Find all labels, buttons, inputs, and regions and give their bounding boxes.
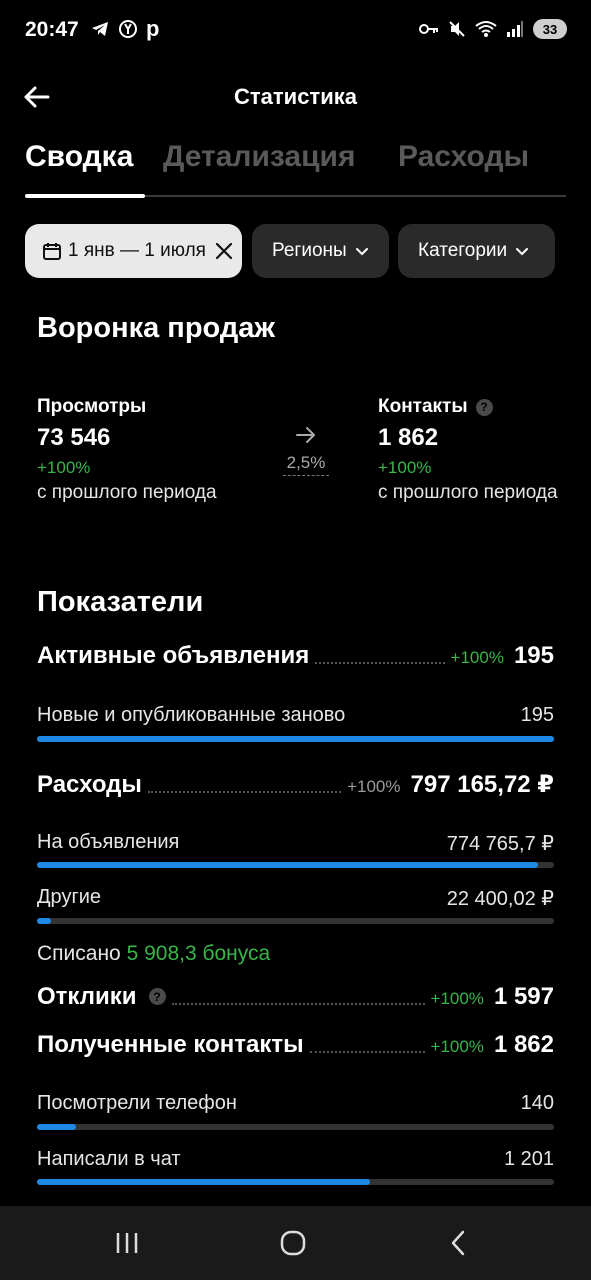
metric-responses[interactable]: Отклики ? +100% 1 597 — [37, 983, 554, 1011]
written-off-prefix: Списано — [37, 942, 121, 965]
yandex-icon — [119, 20, 137, 38]
recent-apps-icon[interactable] — [110, 1228, 144, 1258]
sub-metric-value: 22 400,02 ₽ — [446, 888, 554, 910]
calendar-icon — [43, 243, 61, 260]
categories-filter-label: Категории — [418, 240, 508, 261]
signal-icon — [507, 21, 523, 37]
metric-change: +100% — [430, 989, 484, 1008]
sub-metric-value: 140 — [520, 1092, 554, 1114]
sub-metric-value: 774 765,7 ₽ — [446, 833, 554, 855]
status-left-icons: p — [90, 16, 160, 41]
progress-fill — [37, 1179, 371, 1185]
written-off-bonus: Списано 5 908,3 бонуса — [37, 942, 270, 966]
metric-active-ads[interactable]: Активные объявления +100% 195 — [37, 642, 554, 670]
progress-track — [37, 1179, 554, 1185]
wifi-icon — [475, 21, 497, 37]
progress-track — [37, 862, 554, 868]
progress-fill — [37, 1124, 76, 1130]
categories-filter-chip[interactable]: Категории — [398, 224, 555, 278]
dotted-leader — [171, 1003, 425, 1005]
progress-fill — [37, 862, 539, 868]
sub-metric-label: Другие — [37, 886, 102, 908]
funnel-conversion: 2,5% — [283, 426, 329, 476]
metric-label: Активные объявления — [37, 642, 310, 669]
funnel-title: Воронка продаж — [37, 312, 275, 344]
metric-change: +100% — [450, 648, 504, 667]
chevron-down-icon — [355, 248, 368, 256]
sub-metric-row: Новые и опубликованные заново 195 — [37, 704, 554, 727]
metric-change: +100% — [430, 1037, 484, 1056]
views-change: +100% — [37, 458, 91, 477]
p-app-icon: p — [146, 16, 160, 41]
sub-metric-value: 1 201 — [503, 1148, 554, 1170]
sub-metric-row: Другие 22 400,02 ₽ — [37, 886, 554, 911]
views-label: Просмотры — [37, 396, 147, 417]
funnel-views: Просмотры 73 546 +100% с прошлого период… — [37, 396, 217, 504]
chevron-down-icon — [516, 248, 529, 256]
metrics-title: Показатели — [37, 586, 204, 618]
contacts-value: 1 862 — [378, 424, 439, 451]
metric-received-contacts[interactable]: Полученные контакты +100% 1 862 — [37, 1031, 554, 1059]
metric-expenses[interactable]: Расходы +100% 797 165,72 ₽ — [37, 770, 554, 799]
contacts-change: +100% — [378, 458, 432, 477]
metric-label: Отклики — [37, 983, 137, 1010]
arrow-right-icon — [296, 427, 315, 443]
active-tab-indicator — [25, 194, 145, 198]
dotted-leader — [315, 662, 445, 664]
battery-indicator: 33 — [533, 19, 567, 39]
regions-filter-chip[interactable]: Регионы — [252, 224, 389, 278]
written-off-amount: 5 908,3 бонуса — [126, 942, 271, 965]
date-filter-chip[interactable]: 1 янв — 1 июля — [25, 224, 242, 278]
tab-details[interactable]: Детализация — [163, 140, 356, 174]
progress-track — [37, 1124, 554, 1130]
progress-fill — [37, 736, 554, 742]
tab-expenses[interactable]: Расходы — [398, 140, 529, 174]
telegram-icon — [92, 22, 108, 36]
status-time: 20:47 — [25, 18, 79, 41]
mute-icon — [449, 21, 465, 37]
sub-metric-label: Написали в чат — [37, 1148, 181, 1170]
progress-fill — [37, 918, 52, 924]
key-icon — [419, 24, 438, 34]
conversion-rate[interactable]: 2,5% — [283, 453, 329, 476]
status-bar: 20:47 p 33 — [0, 0, 591, 62]
contacts-note: с прошлого периода — [378, 482, 558, 503]
sub-metric-label: Посмотрели телефон — [37, 1092, 237, 1114]
progress-track — [37, 736, 554, 742]
date-filter-label: 1 янв — 1 июля — [68, 240, 206, 261]
funnel-contacts: Контакты ? 1 862 +100% с прошлого период… — [378, 396, 558, 504]
dotted-leader — [147, 791, 342, 793]
statistics-screen: 20:47 p 33 Статистика Сводка Детализация… — [0, 0, 591, 1280]
home-icon[interactable] — [276, 1228, 310, 1258]
help-icon[interactable]: ? — [475, 398, 493, 416]
status-right-icons: 33 — [419, 19, 567, 39]
progress-track — [37, 918, 554, 924]
regions-filter-label: Регионы — [272, 240, 347, 261]
metric-value: 1 862 — [493, 1031, 554, 1058]
metric-label: Расходы — [37, 771, 142, 798]
sub-metric-label: На объявления — [37, 831, 180, 853]
views-value: 73 546 — [37, 424, 111, 451]
contacts-label: Контакты — [378, 396, 468, 417]
sub-metric-row: Посмотрели телефон 140 — [37, 1092, 554, 1115]
metric-value: 1 597 — [493, 983, 554, 1010]
sub-metric-row: Написали в чат 1 201 — [37, 1148, 554, 1171]
sub-metric-value: 195 — [520, 704, 554, 726]
help-icon[interactable]: ? — [148, 988, 166, 1005]
sub-metric-label: Новые и опубликованные заново — [37, 704, 346, 726]
metric-value: 797 165,72 ₽ — [410, 771, 554, 798]
tab-summary[interactable]: Сводка — [25, 140, 133, 174]
sub-metric-row: На объявления 774 765,7 ₽ — [37, 831, 554, 856]
metric-label: Полученные контакты — [37, 1031, 304, 1058]
page-title: Статистика — [234, 84, 357, 109]
views-note: с прошлого периода — [37, 482, 217, 503]
metric-change: +100% — [347, 777, 401, 796]
metric-value: 195 — [513, 642, 554, 669]
back-icon[interactable] — [442, 1228, 476, 1258]
system-nav-bar — [0, 1206, 591, 1280]
dotted-leader — [309, 1051, 425, 1053]
close-icon[interactable] — [214, 241, 234, 261]
